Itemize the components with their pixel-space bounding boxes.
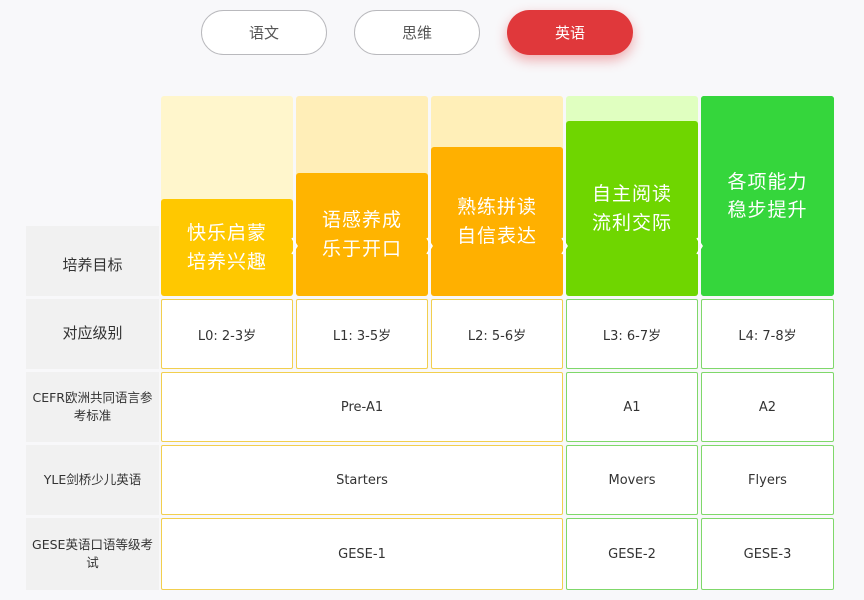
row-label-yle: YLE剑桥少儿英语	[26, 445, 159, 515]
gese-cell-2: GESE-2	[566, 518, 698, 590]
row-label-goal: 培养目标	[26, 226, 159, 296]
cefr-cell-a1: A1	[566, 372, 698, 442]
stage-2-goal-line1: 熟练拼读	[456, 196, 537, 218]
cefr-cell-a2: A2	[701, 372, 834, 442]
chevron-right-icon	[426, 237, 433, 255]
gese-cell-3: GESE-3	[701, 518, 834, 590]
level-cell-4: L4: 7-8岁	[701, 299, 834, 369]
yle-cell-movers: Movers	[566, 445, 698, 515]
cefr-cell-pre-a1: Pre-A1	[161, 372, 563, 442]
stage-1-goal: 语感养成 乐于开口	[296, 173, 428, 296]
stage-3-goal-line1: 自主阅读	[591, 183, 672, 205]
gese-cell-1: GESE-1	[161, 518, 563, 590]
stage-4-goal-line1: 各项能力	[727, 170, 808, 193]
level-cell-3: L3: 6-7岁	[566, 299, 698, 369]
row-label-level: 对应级别	[26, 299, 159, 369]
chevron-right-icon	[291, 237, 298, 255]
level-cell-0: L0: 2-3岁	[161, 299, 293, 369]
stage-0-goal-line1: 快乐启蒙	[186, 222, 267, 244]
stage-1-goal-line1: 语感养成	[321, 209, 402, 231]
chevron-right-icon	[561, 237, 568, 255]
stage-1-goal-line2: 乐于开口	[321, 237, 402, 260]
tab-english[interactable]: 英语	[507, 10, 633, 55]
stage-0-goal: 快乐启蒙 培养兴趣	[161, 199, 293, 296]
yle-cell-starters: Starters	[161, 445, 563, 515]
row-label-gese: GESE英语口语等级考试	[26, 518, 159, 590]
level-cell-1: L1: 3-5岁	[296, 299, 428, 369]
tab-chinese[interactable]: 语文	[201, 10, 327, 55]
stage-3-goal-line2: 流利交际	[591, 211, 672, 234]
stage-2-goal-line2: 自信表达	[456, 224, 537, 247]
chevron-right-icon	[696, 237, 703, 255]
stage-0-goal-line2: 培养兴趣	[186, 250, 267, 273]
stage-4-goal-line2: 稳步提升	[727, 199, 808, 221]
row-label-cefr: CEFR欧洲共同语言参考标准	[26, 372, 159, 442]
yle-cell-flyers: Flyers	[701, 445, 834, 515]
stage-4-goal: 各项能力 稳步提升	[701, 96, 834, 296]
tab-thinking[interactable]: 思维	[354, 10, 480, 55]
stage-2-goal: 熟练拼读 自信表达	[431, 147, 563, 296]
level-cell-2: L2: 5-6岁	[431, 299, 563, 369]
stage-3-goal: 自主阅读 流利交际	[566, 121, 698, 296]
